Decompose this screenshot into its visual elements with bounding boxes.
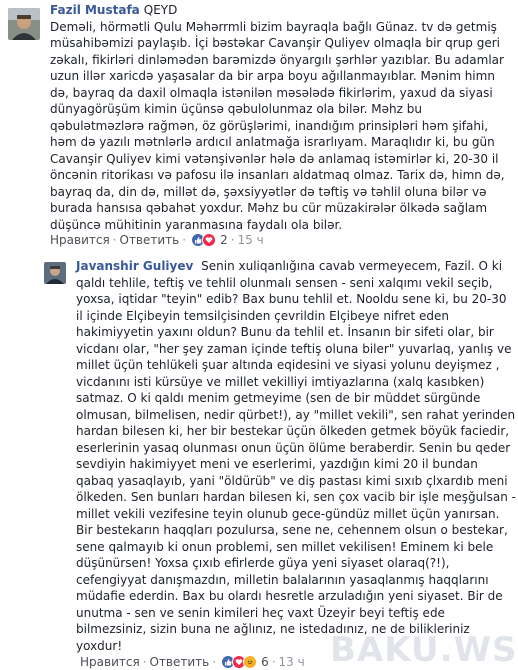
- reactions[interactable]: 6: [221, 655, 269, 669]
- separator-dot: ·: [112, 233, 117, 247]
- reactions-count: 2: [220, 233, 228, 247]
- comment-body: Javanshir Guliyev Senin xuliqanlığına ca…: [76, 258, 516, 654]
- reply-link[interactable]: Ответить: [150, 655, 210, 669]
- angry-reaction-icon: [243, 655, 258, 669]
- comment-text: Deməli, hörmətli Qulu Məhərrmli bizim ba…: [50, 19, 505, 232]
- comment-body: Fazil Mustafa QEYD Deməli, hörmətli Qulu …: [50, 2, 514, 233]
- love-reaction-icon: [202, 233, 217, 247]
- comment-author[interactable]: Fazil Mustafa: [50, 3, 140, 17]
- like-link[interactable]: Нравится: [50, 233, 110, 247]
- separator-dot: ·: [230, 233, 235, 247]
- comment-author[interactable]: Javanshir Guliyev: [76, 259, 193, 273]
- reply-link[interactable]: Ответить: [120, 233, 180, 247]
- comment-text: Senin xuliqanlığına cavab vermeyecem, Fa…: [76, 259, 516, 653]
- comment-time[interactable]: 13 ч: [279, 655, 305, 669]
- reactions-count: 6: [261, 655, 269, 669]
- separator-dot: ·: [271, 655, 276, 669]
- avatar[interactable]: [44, 262, 66, 284]
- separator-dot: ·: [212, 655, 217, 669]
- reactions[interactable]: 2: [191, 233, 228, 247]
- avatar[interactable]: [8, 8, 40, 40]
- comment-actions: Нравится · Ответить · 6 · 13 ч: [80, 654, 305, 670]
- separator-dot: ·: [182, 233, 187, 247]
- separator-dot: ·: [142, 655, 147, 669]
- comment-text-block: Fazil Mustafa QEYD Deməli, hörmətli Qulu …: [50, 2, 514, 233]
- comment-text-block: Javanshir Guliyev Senin xuliqanlığına ca…: [76, 258, 516, 654]
- comment-time[interactable]: 15 ч: [238, 233, 264, 247]
- watermark: BAKU.WS: [330, 630, 518, 670]
- comment-tag: QEYD: [143, 3, 178, 17]
- like-link[interactable]: Нравится: [80, 655, 140, 669]
- comment-actions: Нравится · Ответить · 2 · 15 ч: [50, 232, 264, 248]
